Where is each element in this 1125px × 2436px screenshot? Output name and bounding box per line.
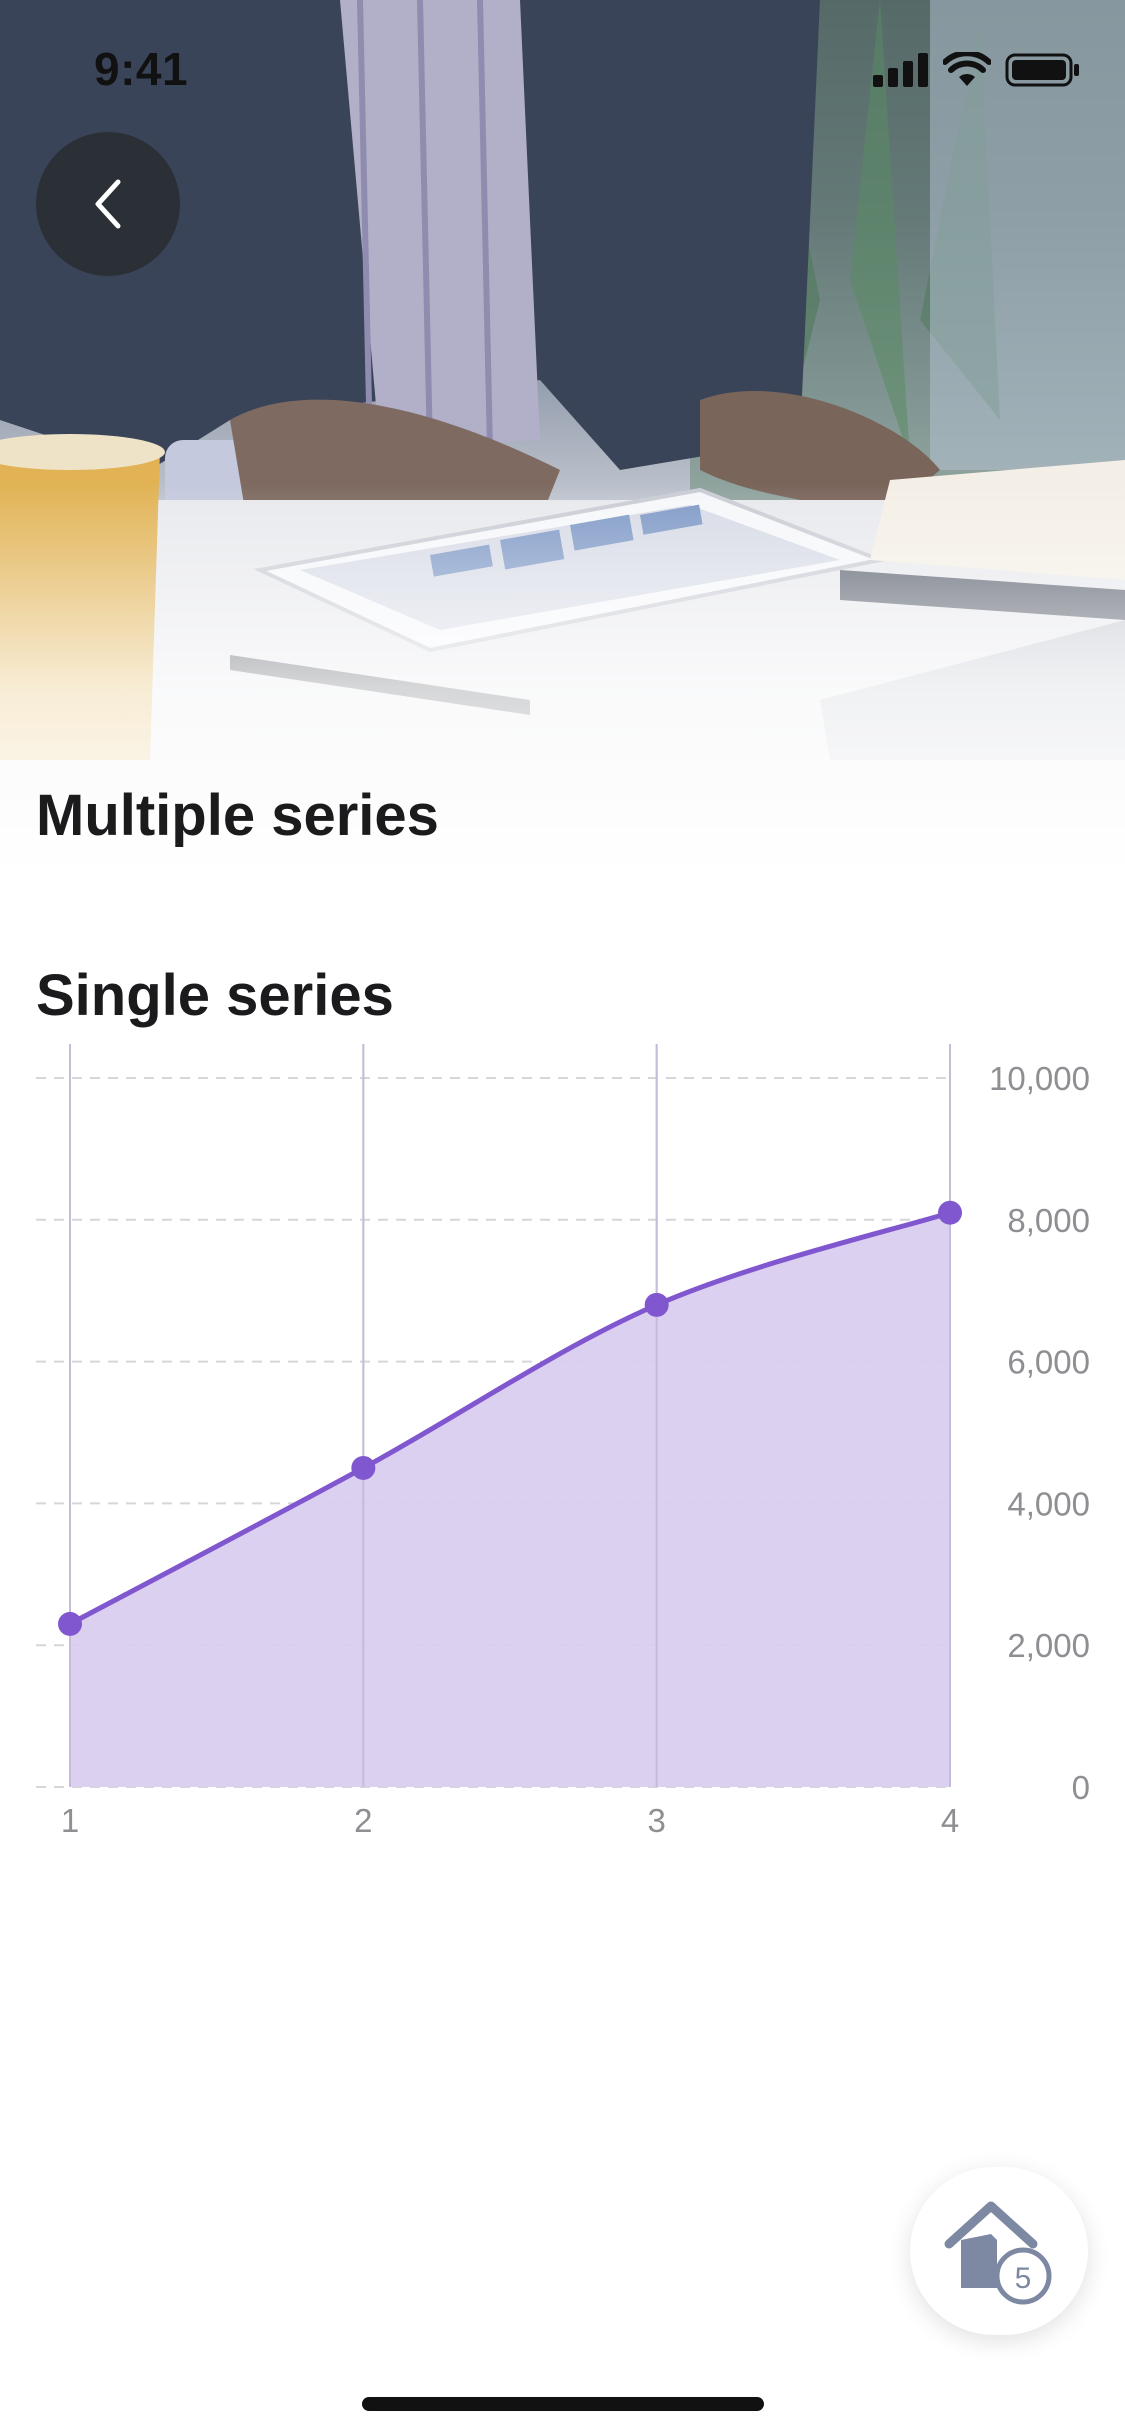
section-title: Single series bbox=[36, 963, 394, 1028]
home-indicator bbox=[362, 2397, 764, 2411]
y-tick-label: 8,000 bbox=[1007, 1202, 1090, 1239]
x-tick-label: 2 bbox=[354, 1802, 372, 1839]
y-tick-label: 0 bbox=[1072, 1769, 1090, 1806]
area-fill bbox=[70, 1212, 950, 1787]
data-point[interactable] bbox=[351, 1455, 376, 1480]
y-tick-label: 2,000 bbox=[1007, 1627, 1090, 1664]
y-tick-label: 10,000 bbox=[989, 1060, 1090, 1097]
wifi-icon bbox=[943, 52, 991, 86]
home-badge-count: 5 bbox=[1015, 2262, 1032, 2295]
status-bar: 9:41 bbox=[0, 0, 1125, 140]
data-point[interactable] bbox=[644, 1292, 669, 1317]
y-tick-label: 4,000 bbox=[1007, 1485, 1090, 1522]
y-tick-label: 6,000 bbox=[1007, 1344, 1090, 1381]
x-tick-label: 3 bbox=[647, 1802, 665, 1839]
home-fab-button[interactable]: 5 bbox=[910, 2167, 1088, 2335]
page-title: Multiple series bbox=[36, 783, 439, 848]
data-point[interactable] bbox=[58, 1611, 82, 1636]
data-point[interactable] bbox=[938, 1200, 962, 1225]
status-icons bbox=[873, 50, 1081, 90]
status-time: 9:41 bbox=[94, 43, 189, 95]
battery-icon bbox=[1005, 53, 1079, 87]
x-tick-label: 4 bbox=[941, 1802, 959, 1839]
chevron-left-icon bbox=[95, 179, 121, 229]
home-icon: 5 bbox=[944, 2201, 1052, 2305]
x-tick-label: 1 bbox=[61, 1802, 79, 1839]
cellular-signal-icon bbox=[873, 53, 928, 87]
back-button[interactable] bbox=[36, 132, 180, 276]
area-chart: 0 2,000 4,000 6,000 8,000 10,000 1 2 3 4 bbox=[36, 1044, 1090, 1839]
